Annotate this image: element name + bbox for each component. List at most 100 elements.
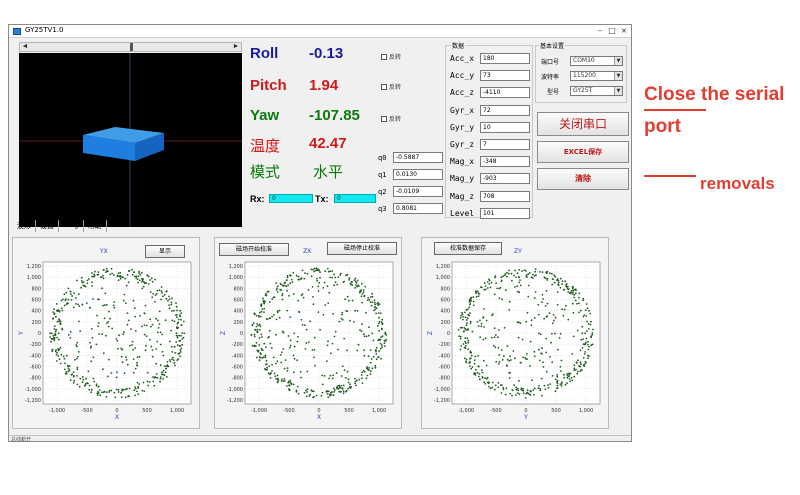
sensor-field-mag_x[interactable]: -348 bbox=[480, 156, 530, 168]
scatter-point bbox=[572, 291, 574, 294]
scatter-point bbox=[467, 348, 470, 351]
sensor-field-mag_z[interactable]: 708 bbox=[480, 190, 530, 202]
scroll-thumb[interactable] bbox=[130, 43, 133, 51]
scatter-point bbox=[120, 396, 123, 399]
scatter-point bbox=[526, 276, 528, 278]
scatter-point bbox=[545, 370, 548, 373]
scatter-point bbox=[79, 330, 82, 332]
scatter-point bbox=[461, 311, 463, 314]
scatter-point bbox=[475, 295, 478, 298]
q2-field[interactable]: -0.0109 bbox=[393, 186, 443, 197]
scatter-point bbox=[76, 375, 78, 377]
scatter-point bbox=[75, 344, 78, 346]
plot-panel-zx: 1,200 1,000 800 600 400 200 0 -200 -400 -600 -800 -… bbox=[214, 237, 402, 429]
scatter-point bbox=[338, 384, 341, 387]
scatter-point bbox=[106, 322, 108, 324]
scatter-point bbox=[561, 283, 563, 285]
scatter-point bbox=[103, 269, 105, 271]
tab-waveform[interactable]: 波形 bbox=[13, 220, 36, 232]
scatter-point bbox=[313, 270, 316, 273]
scatter-point bbox=[497, 347, 500, 349]
scatter-point bbox=[182, 320, 185, 323]
scatter-point bbox=[585, 337, 588, 340]
tab-help[interactable]: 帮助 bbox=[84, 220, 107, 232]
scatter-point bbox=[320, 394, 323, 397]
baud-rate-select[interactable]: 115200 ▼ bbox=[570, 71, 623, 81]
sensor-field-gyr_y[interactable]: 10 bbox=[480, 121, 530, 133]
sensor-field-level[interactable]: 101 bbox=[480, 207, 530, 219]
scatter-point bbox=[366, 374, 369, 377]
attitude-3d-view[interactable] bbox=[19, 53, 242, 227]
show-button[interactable]: 显示 bbox=[145, 245, 185, 258]
scatter-point bbox=[341, 388, 344, 390]
scatter-point bbox=[379, 342, 382, 345]
scatter-point bbox=[159, 364, 162, 366]
close-window-button[interactable]: × bbox=[619, 26, 629, 35]
scatter-point bbox=[136, 381, 139, 384]
scatter-point bbox=[369, 373, 372, 375]
clear-button[interactable]: 清除 bbox=[537, 168, 629, 190]
q0-field[interactable]: -0.5887 bbox=[393, 152, 443, 163]
yaw-invert-checkbox[interactable]: 反转 bbox=[381, 114, 401, 123]
scatter-point bbox=[310, 275, 313, 278]
sensor-field-mag_y[interactable]: -903 bbox=[480, 173, 530, 185]
scatter-point bbox=[527, 273, 529, 276]
scatter-point bbox=[563, 308, 566, 311]
port-number-select[interactable]: COM10 ▼ bbox=[570, 56, 623, 66]
scatter-point bbox=[486, 281, 489, 283]
scatter-point bbox=[559, 365, 562, 368]
scatter-point bbox=[80, 279, 83, 282]
scatter-point bbox=[508, 309, 511, 311]
close-port-button[interactable]: 关闭串口 bbox=[537, 112, 629, 136]
scatter-point bbox=[151, 296, 154, 299]
scatter-point bbox=[328, 291, 331, 294]
scatter-point bbox=[156, 340, 159, 343]
scatter-point bbox=[282, 330, 284, 333]
q1-field[interactable]: 0.0130 bbox=[393, 169, 443, 180]
scatter-point bbox=[63, 293, 66, 296]
scatter-point bbox=[560, 385, 563, 387]
scatter-point bbox=[486, 287, 489, 289]
scatter-point bbox=[484, 288, 487, 291]
scatter-point bbox=[502, 386, 505, 389]
scroll-left-arrow-icon[interactable]: ◄ bbox=[20, 43, 30, 51]
scatter-point bbox=[143, 333, 146, 336]
tab-mag[interactable]: mag bbox=[59, 220, 84, 232]
scroll-right-arrow-icon[interactable]: ► bbox=[231, 43, 241, 51]
scatter-point bbox=[323, 281, 326, 284]
stop-calibration-button[interactable]: 磁场停止校准 bbox=[327, 242, 397, 255]
scatter-point bbox=[158, 310, 161, 313]
scatter-point bbox=[284, 281, 287, 284]
scatter-point bbox=[116, 371, 118, 374]
scatter-point bbox=[309, 320, 311, 323]
scatter-point bbox=[479, 378, 481, 381]
scatter-point bbox=[356, 379, 358, 382]
excel-save-button[interactable]: EXCEL保存 bbox=[537, 141, 629, 163]
roll-invert-checkbox[interactable]: 反转 bbox=[381, 52, 401, 61]
scatter-point bbox=[488, 385, 490, 388]
scatter-point bbox=[567, 285, 569, 288]
maximize-button[interactable]: □ bbox=[607, 26, 617, 35]
model-select[interactable]: GY25T ▼ bbox=[570, 86, 623, 96]
sensor-field-acc_x[interactable]: 180 bbox=[480, 53, 530, 64]
scatter-point bbox=[265, 346, 267, 348]
scatter-point bbox=[515, 388, 518, 391]
scatter-point bbox=[380, 327, 383, 330]
start-calibration-button[interactable]: 磁场开始校准 bbox=[219, 243, 289, 256]
scatter-point bbox=[63, 357, 66, 360]
scatter-point bbox=[85, 302, 88, 304]
sensor-field-acc_y[interactable]: 73 bbox=[480, 70, 530, 82]
sensor-field-gyr_z[interactable]: 7 bbox=[480, 139, 530, 150]
scatter-point bbox=[567, 318, 570, 321]
save-calibration-button[interactable]: 校准数据保存 bbox=[434, 242, 502, 255]
q3-field[interactable]: 0.8081 bbox=[393, 203, 443, 214]
scatter-point bbox=[556, 384, 559, 387]
scatter-point bbox=[362, 333, 365, 336]
minimize-button[interactable]: – bbox=[595, 26, 605, 35]
sensor-field-acc_z[interactable]: -4110 bbox=[480, 87, 530, 99]
port-number-value: COM10 bbox=[573, 57, 595, 64]
pitch-invert-checkbox[interactable]: 反转 bbox=[381, 82, 401, 91]
tab-settings[interactable]: 设置 bbox=[36, 220, 59, 232]
view-scrollbar[interactable]: ◄ ► bbox=[19, 42, 242, 52]
sensor-field-gyr_x[interactable]: 72 bbox=[480, 104, 530, 116]
